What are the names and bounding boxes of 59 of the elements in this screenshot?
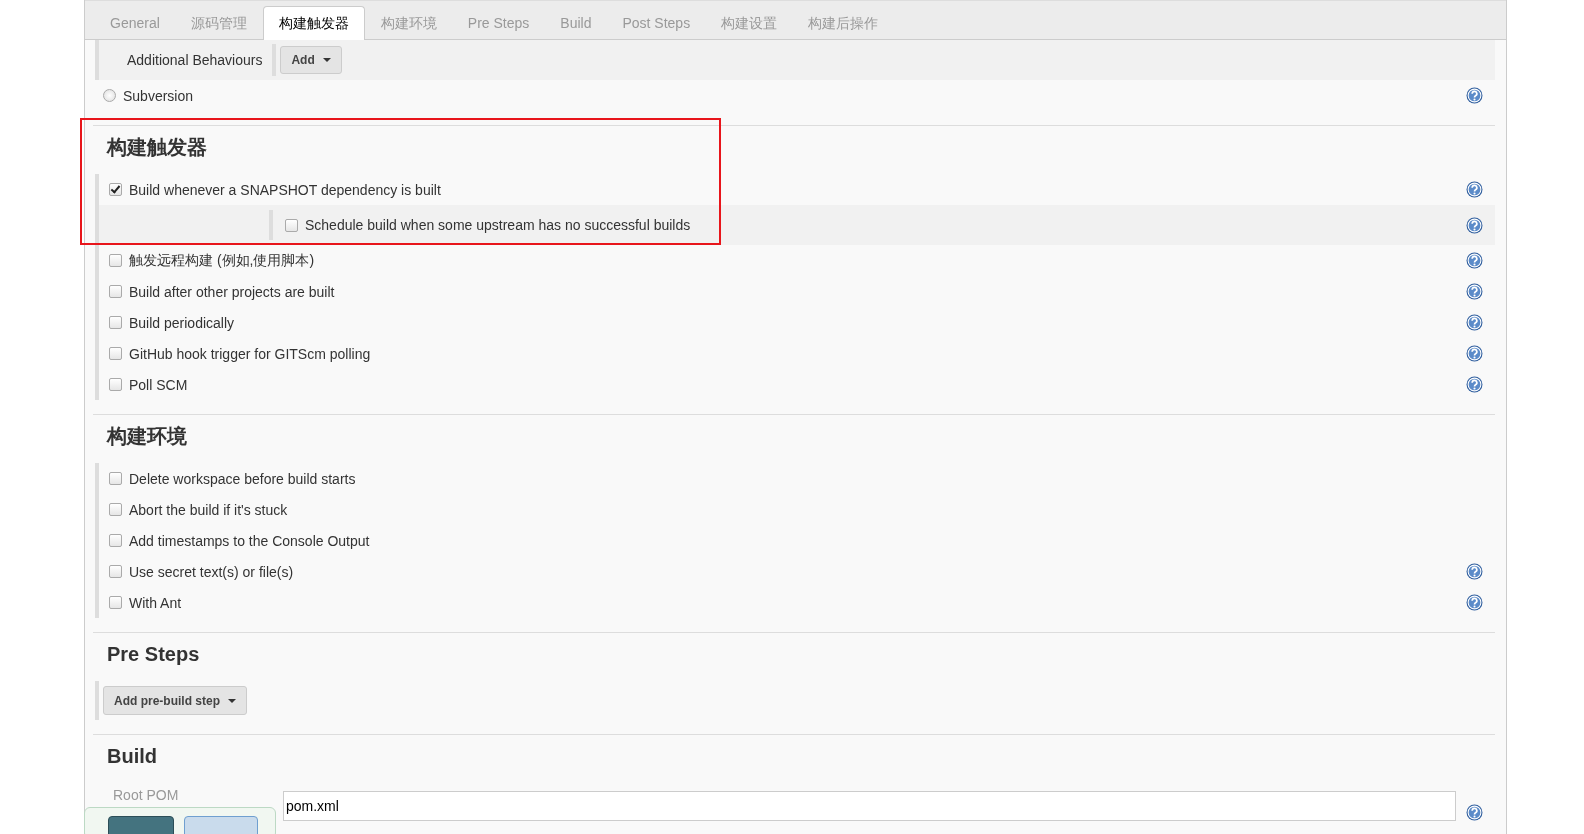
behaviours-label: Additional Behaviours [127, 52, 263, 68]
tab[interactable]: 构建环境 [365, 7, 452, 39]
checkbox-label: 触发远程构建 (例如,使用脚本) [129, 251, 315, 270]
radio-button[interactable] [103, 89, 116, 102]
help-icon[interactable] [1466, 314, 1483, 331]
tab[interactable]: 构建触发器 [262, 6, 365, 40]
checkbox[interactable] [109, 316, 122, 329]
checkbox[interactable] [109, 254, 122, 267]
tab[interactable]: 源码管理 [175, 7, 262, 39]
help-icon[interactable] [1466, 376, 1483, 393]
add-button[interactable]: Add [280, 46, 342, 74]
tab[interactable]: General [95, 7, 175, 39]
help-icon[interactable] [1466, 216, 1483, 234]
help-icon[interactable] [1466, 181, 1483, 198]
checkbox[interactable] [285, 218, 298, 232]
tab[interactable]: 构建后操作 [793, 7, 894, 39]
checkbox[interactable] [109, 285, 122, 298]
section-heading: Pre Steps [106, 642, 201, 667]
checkbox-label: Abort the build if it's stuck [129, 501, 288, 518]
tab[interactable]: Build [545, 7, 607, 39]
help-icon[interactable] [1466, 345, 1483, 362]
option-label: Subversion [123, 87, 194, 104]
checkbox-label: Build after other projects are built [129, 283, 335, 300]
checkbox-label: Use secret text(s) or file(s) [129, 563, 294, 580]
section-heading: 构建触发器 [105, 135, 208, 160]
input-field[interactable]: pom.xml [283, 791, 1456, 821]
tab[interactable]: Pre Steps [452, 7, 545, 39]
checkbox[interactable] [109, 183, 122, 196]
dark-button[interactable] [108, 816, 174, 834]
checkbox-label: Poll SCM [129, 376, 188, 393]
add-step-button[interactable]: Add pre-build step [103, 686, 247, 715]
checkbox[interactable] [109, 565, 122, 578]
checkbox[interactable] [109, 596, 122, 609]
caret-icon [228, 698, 236, 703]
checkbox-label: Delete workspace before build starts [129, 470, 356, 487]
field-label: Root POM [113, 787, 180, 803]
help-icon[interactable] [1466, 252, 1483, 269]
checkbox-label: GitHub hook trigger for GITScm polling [129, 345, 371, 362]
help-icon[interactable] [1466, 283, 1483, 300]
caret-icon [322, 58, 331, 62]
checkbox[interactable] [109, 534, 122, 547]
checkbox[interactable] [109, 378, 122, 391]
checkbox-label: With Ant [129, 594, 182, 611]
checkbox[interactable] [109, 472, 122, 485]
help-icon[interactable] [1466, 87, 1483, 104]
help-icon[interactable] [1466, 563, 1483, 580]
checkbox[interactable] [109, 503, 122, 516]
help-icon[interactable] [1466, 594, 1483, 611]
checkbox-label: Build whenever a SNAPSHOT dependency is built [129, 181, 441, 198]
checkbox-label: Build periodically [129, 314, 235, 331]
checkbox-label: Add timestamps to the Console Output [129, 532, 370, 549]
section-heading: Build [106, 744, 158, 769]
tab[interactable]: 构建设置 [706, 7, 793, 39]
light-button[interactable] [184, 816, 258, 834]
checkbox-label: Schedule build when some upstream has no successful builds [305, 217, 691, 233]
checkbox[interactable] [109, 347, 122, 360]
help-icon[interactable] [1466, 804, 1483, 821]
section-heading: 构建环境 [105, 424, 188, 449]
tab[interactable]: Post Steps [607, 7, 706, 39]
